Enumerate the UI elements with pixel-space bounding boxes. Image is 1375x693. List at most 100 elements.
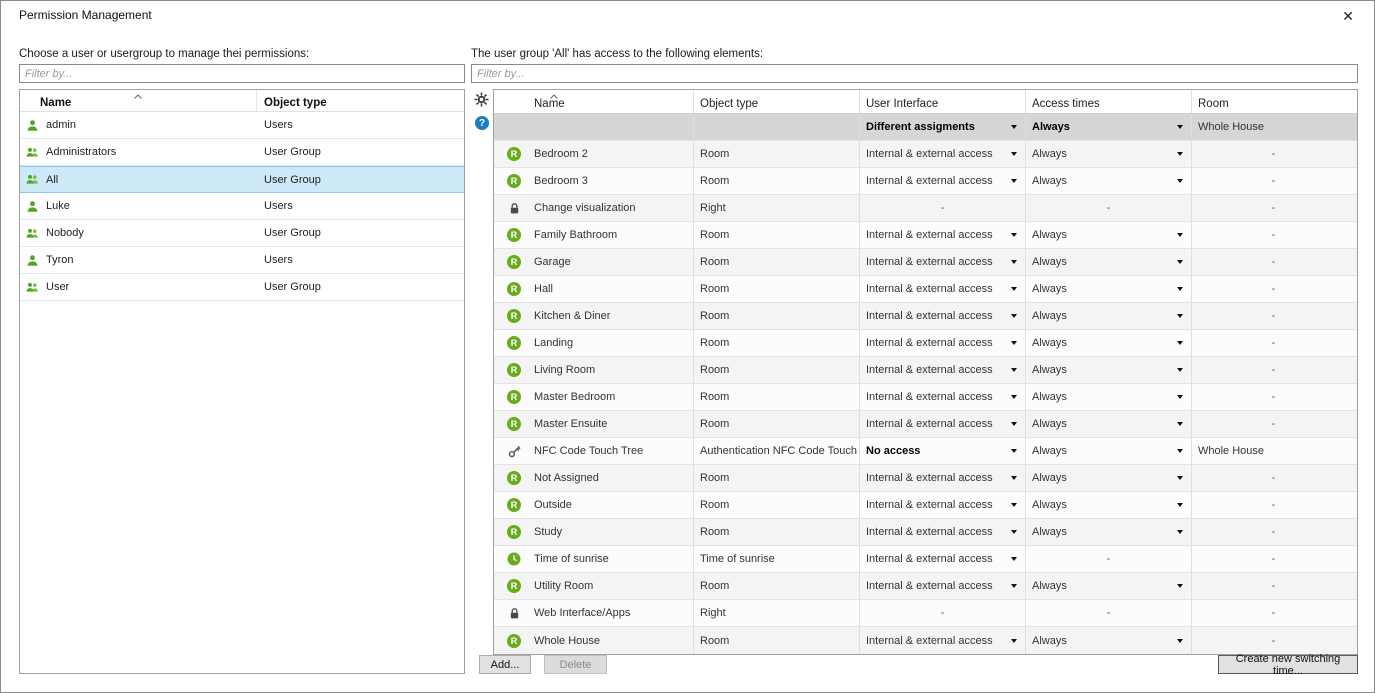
dropdown-arrow-icon[interactable] [1177,368,1183,372]
access-times-select[interactable]: Always [1026,384,1192,410]
user-interface-select[interactable]: Internal & external access [860,627,1026,654]
dropdown-arrow-icon[interactable] [1177,530,1183,534]
dropdown-arrow-icon[interactable] [1011,639,1017,643]
dropdown-arrow-icon[interactable] [1177,584,1183,588]
dropdown-arrow-icon[interactable] [1011,233,1017,237]
element-row[interactable]: RStudyRoomInternal & external accessAlwa… [494,519,1357,546]
dropdown-arrow-icon[interactable] [1011,287,1017,291]
column-header-name[interactable]: Name [494,90,694,113]
user-interface-select[interactable]: No access [860,438,1026,464]
dropdown-arrow-icon[interactable] [1011,125,1017,129]
access-times-select[interactable]: Always [1026,357,1192,383]
element-row[interactable]: Web Interface/AppsRight--- [494,600,1357,627]
element-row[interactable]: RLandingRoomInternal & external accessAl… [494,330,1357,357]
dropdown-arrow-icon[interactable] [1011,260,1017,264]
access-times-select[interactable]: Always [1026,627,1192,654]
dropdown-arrow-icon[interactable] [1177,449,1183,453]
dropdown-arrow-icon[interactable] [1011,395,1017,399]
create-new-switching-time-button[interactable]: Create new switching time... [1218,655,1358,674]
access-times-select[interactable]: Always [1026,438,1192,464]
user-interface-select[interactable]: Internal & external access [860,492,1026,518]
user-row[interactable]: NobodyUser Group [20,220,464,247]
column-header-user-interface[interactable]: User Interface [860,90,1026,113]
user-interface-select[interactable]: Internal & external access [860,411,1026,437]
user-interface-select[interactable]: Different assigments [860,114,1026,140]
dropdown-arrow-icon[interactable] [1011,314,1017,318]
dropdown-arrow-icon[interactable] [1011,179,1017,183]
dropdown-arrow-icon[interactable] [1177,476,1183,480]
element-row[interactable]: RLiving RoomRoomInternal & external acce… [494,357,1357,384]
access-times-select[interactable]: Always [1026,330,1192,356]
element-row[interactable]: RBedroom 2RoomInternal & external access… [494,141,1357,168]
element-row[interactable]: RMaster BedroomRoomInternal & external a… [494,384,1357,411]
element-row[interactable]: Change visualizationRight--- [494,195,1357,222]
dropdown-arrow-icon[interactable] [1011,422,1017,426]
access-times-select[interactable]: Always [1026,168,1192,194]
column-header-name[interactable]: Name [20,90,257,111]
dropdown-arrow-icon[interactable] [1177,422,1183,426]
user-interface-select[interactable]: Internal & external access [860,141,1026,167]
user-interface-select[interactable]: Internal & external access [860,384,1026,410]
dropdown-arrow-icon[interactable] [1177,503,1183,507]
dropdown-arrow-icon[interactable] [1011,584,1017,588]
user-interface-select[interactable]: Internal & external access [860,465,1026,491]
element-row[interactable]: RNot AssignedRoomInternal & external acc… [494,465,1357,492]
element-row[interactable]: RKitchen & DinerRoomInternal & external … [494,303,1357,330]
dropdown-arrow-icon[interactable] [1011,152,1017,156]
dropdown-arrow-icon[interactable] [1177,233,1183,237]
add-button[interactable]: Add... [479,655,531,674]
element-row[interactable]: NFC Code Touch TreeAuthentication NFC Co… [494,438,1357,465]
element-row[interactable]: Time of sunriseTime of sunriseInternal &… [494,546,1357,573]
user-interface-select[interactable]: Internal & external access [860,276,1026,302]
element-row[interactable]: RHallRoomInternal & external accessAlway… [494,276,1357,303]
access-times-select[interactable]: Always [1026,141,1192,167]
user-interface-select[interactable]: Internal & external access [860,546,1026,572]
element-row[interactable]: RUtility RoomRoomInternal & external acc… [494,573,1357,600]
elements-filter-input[interactable] [471,64,1358,83]
dropdown-arrow-icon[interactable] [1177,152,1183,156]
access-times-select[interactable]: Always [1026,519,1192,545]
dropdown-arrow-icon[interactable] [1011,476,1017,480]
element-row[interactable]: RGarageRoomInternal & external accessAlw… [494,249,1357,276]
user-interface-select[interactable]: Internal & external access [860,573,1026,599]
dropdown-arrow-icon[interactable] [1177,260,1183,264]
user-interface-select[interactable]: Internal & external access [860,303,1026,329]
column-header-room[interactable]: Room [1192,90,1355,113]
access-times-select[interactable]: Always [1026,303,1192,329]
column-header-access-times[interactable]: Access times [1026,90,1192,113]
user-row[interactable]: AdministratorsUser Group [20,139,464,166]
access-times-select[interactable]: Always [1026,411,1192,437]
user-interface-select[interactable]: Internal & external access [860,330,1026,356]
dropdown-arrow-icon[interactable] [1177,314,1183,318]
dropdown-arrow-icon[interactable] [1011,557,1017,561]
access-times-select[interactable]: Always [1026,249,1192,275]
user-row[interactable]: UserUser Group [20,274,464,301]
summary-row[interactable]: Different assigmentsAlwaysWhole House [494,114,1357,141]
user-interface-select[interactable]: Internal & external access [860,222,1026,248]
user-interface-select[interactable]: Internal & external access [860,357,1026,383]
access-times-select[interactable]: Always [1026,114,1192,140]
column-header-object-type[interactable]: Object type [694,90,860,113]
dropdown-arrow-icon[interactable] [1011,530,1017,534]
element-row[interactable]: RFamily BathroomRoomInternal & external … [494,222,1357,249]
user-row[interactable]: AllUser Group [20,166,464,193]
user-interface-select[interactable]: Internal & external access [860,168,1026,194]
element-row[interactable]: RMaster EnsuiteRoomInternal & external a… [494,411,1357,438]
column-header-object-type[interactable]: Object type [257,90,464,111]
dropdown-arrow-icon[interactable] [1177,341,1183,345]
help-icon[interactable]: ? [474,115,490,131]
dropdown-arrow-icon[interactable] [1177,287,1183,291]
user-row[interactable]: adminUsers [20,112,464,139]
dropdown-arrow-icon[interactable] [1011,503,1017,507]
dropdown-arrow-icon[interactable] [1177,179,1183,183]
access-times-select[interactable]: Always [1026,492,1192,518]
element-row[interactable]: RBedroom 3RoomInternal & external access… [494,168,1357,195]
close-icon[interactable]: ✕ [1336,6,1360,27]
element-row[interactable]: RWhole HouseRoomInternal & external acce… [494,627,1357,654]
dropdown-arrow-icon[interactable] [1177,639,1183,643]
user-row[interactable]: LukeUsers [20,193,464,220]
access-times-select[interactable]: Always [1026,465,1192,491]
settings-gear-icon[interactable] [473,91,489,107]
user-interface-select[interactable]: Internal & external access [860,519,1026,545]
access-times-select[interactable]: Always [1026,222,1192,248]
